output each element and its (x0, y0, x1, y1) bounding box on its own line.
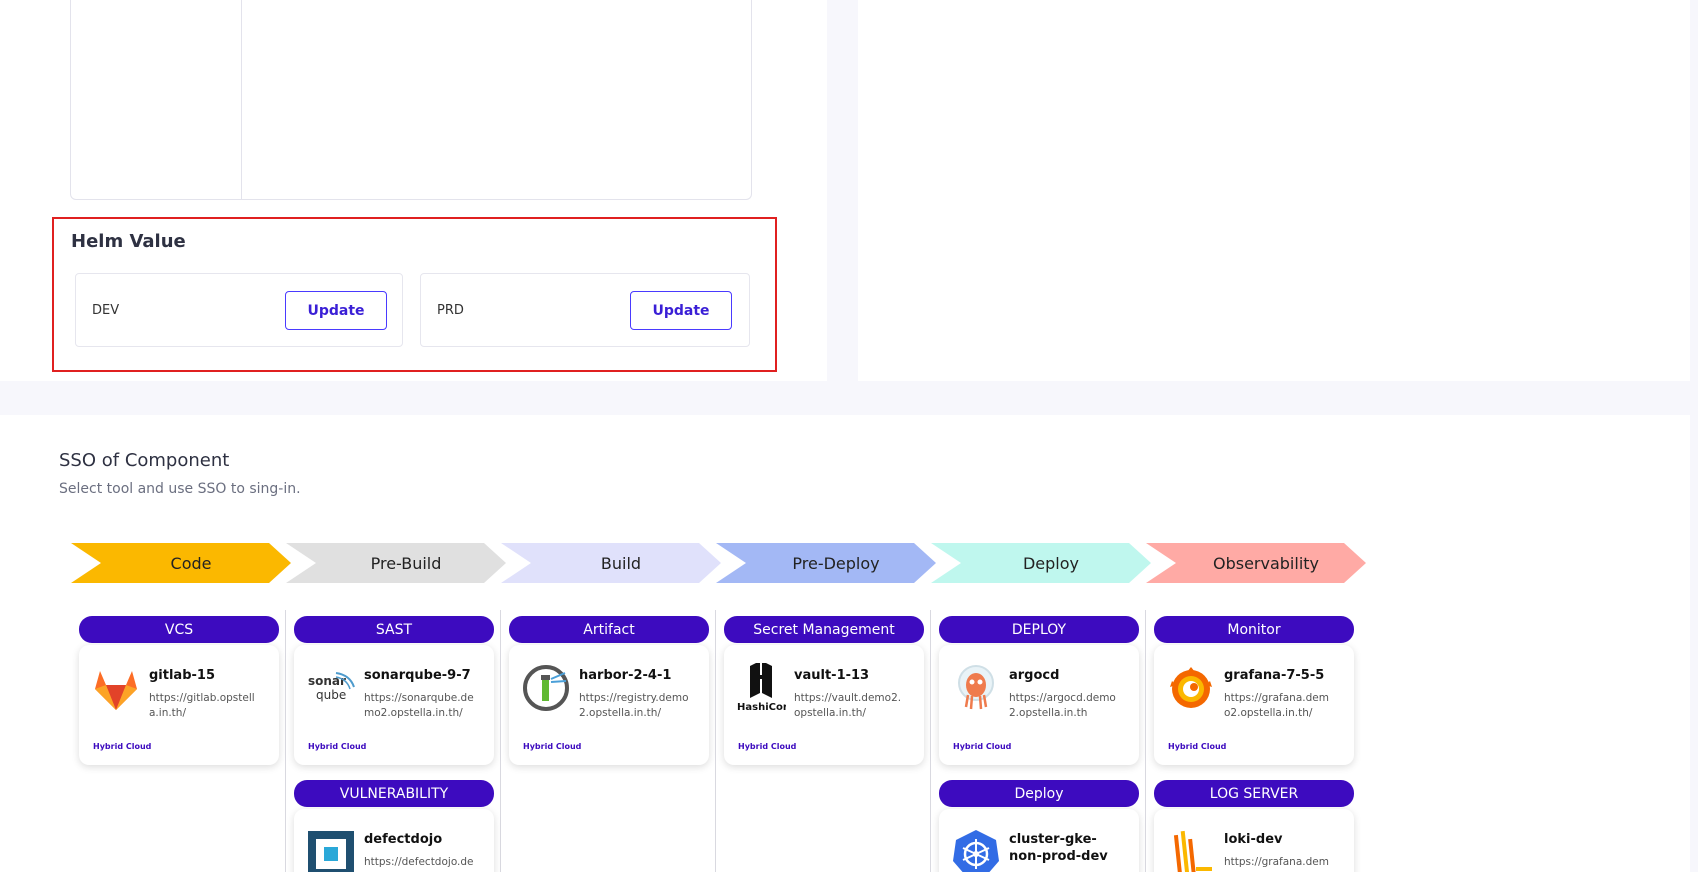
kubernetes-icon (951, 827, 1001, 872)
tool-name: cluster-gke-non-prod-dev (1009, 832, 1108, 864)
tool-tag: Hybrid Cloud (738, 742, 797, 751)
table-divider (241, 0, 242, 199)
tool-card-defectdojo[interactable]: defectdojo https://defectdojo.de (294, 809, 494, 872)
tool-card-loki[interactable]: loki-dev https://grafana.demo (1154, 809, 1354, 872)
env-card-prd: PRD Update (420, 273, 750, 347)
stage-label: Deploy (1022, 553, 1080, 573)
category-sast: SAST (294, 616, 494, 643)
tool-card-gitlab[interactable]: gitlab-15 https://gitlab.opstella.in.th/… (79, 645, 279, 765)
sso-title: SSO of Component (59, 450, 230, 471)
tool-card-harbor[interactable]: harbor-2-4-1 https://registry.demo2.opst… (509, 645, 709, 765)
tool-url: https://grafana.demo2.opstella.in.th/ (1224, 692, 1329, 719)
update-prd-button[interactable]: Update (630, 291, 732, 330)
env-label-prd: PRD (437, 303, 464, 318)
stage-label: Build (600, 553, 642, 573)
argocd-icon (951, 663, 1001, 713)
code-table (70, 0, 752, 200)
category-deploy-2: Deploy (939, 780, 1139, 807)
svg-text:HashiCorp: HashiCorp (737, 702, 786, 713)
tool-url: https://registry.demo2.opstella.in.th/ (579, 692, 689, 719)
tool-tag: Hybrid Cloud (1168, 742, 1227, 751)
tool-name: grafana-7-5-5 (1224, 668, 1325, 683)
right-panel (858, 0, 1690, 381)
tool-card-argocd[interactable]: argocd https://argocd.demo2.opstella.in.… (939, 645, 1139, 765)
column-divider (500, 610, 501, 872)
tool-name: argocd (1009, 668, 1060, 683)
stage-build: Build (501, 543, 721, 583)
category-artifact: Artifact (509, 616, 709, 643)
tool-tag: Hybrid Cloud (953, 742, 1012, 751)
tool-tag: Hybrid Cloud (523, 742, 582, 751)
helm-title: Helm Value (71, 231, 186, 252)
grafana-icon (1166, 663, 1216, 713)
category-vcs: VCS (79, 616, 279, 643)
env-card-dev: DEV Update (75, 273, 403, 347)
harbor-icon (521, 663, 571, 713)
category-log-server: LOG SERVER (1154, 780, 1354, 807)
column-divider (715, 610, 716, 872)
stage-label: Pre-Deploy (792, 553, 880, 573)
tool-url: https://vault.demo2.opstella.in.th/ (794, 692, 902, 719)
stage-label: Observability (1212, 553, 1319, 573)
hashicorp-vault-icon: HashiCorp (736, 661, 795, 713)
env-label-dev: DEV (92, 303, 120, 318)
defectdojo-icon (306, 827, 356, 872)
tool-card-sonarqube[interactable]: sonar qube sonarqube-9-7 https://sonarqu… (294, 645, 494, 765)
category-deploy: DEPLOY (939, 616, 1139, 643)
tool-url: https://sonarqube.demo2.opstella.in.th/ (364, 692, 474, 719)
tool-name: gitlab-15 (149, 668, 215, 683)
stage-label: Pre-Build (370, 553, 442, 573)
stage-pre-deploy: Pre-Deploy (716, 543, 936, 583)
svg-text:sonar: sonar (308, 674, 346, 688)
category-vulnerability: VULNERABILITY (294, 780, 494, 807)
tool-name: sonarqube-9-7 (364, 668, 471, 683)
tool-tag: Hybrid Cloud (93, 742, 152, 751)
tool-name: harbor-2-4-1 (579, 668, 672, 683)
category-monitor: Monitor (1154, 616, 1354, 643)
tool-name: vault-1-13 (794, 668, 870, 683)
column-divider (1145, 610, 1146, 872)
svg-text:qube: qube (316, 688, 346, 702)
tool-card-cluster[interactable]: cluster-gke-non-prod-dev (939, 809, 1139, 872)
stage-observability: Observability (1146, 543, 1366, 583)
helm-panel: Helm Value DEV Update PRD Update (0, 0, 827, 381)
stage-pre-build: Pre-Build (286, 543, 506, 583)
tool-tag: Hybrid Cloud (308, 742, 367, 751)
sso-panel: SSO of Component Select tool and use SSO… (0, 415, 1690, 872)
column-divider (930, 610, 931, 872)
loki-icon (1166, 827, 1216, 872)
helm-value-section: Helm Value DEV Update PRD Update (52, 217, 777, 372)
category-secret-management: Secret Management (724, 616, 924, 643)
stage-deploy: Deploy (931, 543, 1151, 583)
tool-name: loki-dev (1224, 832, 1283, 847)
gitlab-icon (91, 663, 141, 713)
tool-url: https://defectdojo.de (364, 856, 474, 868)
tool-url: https://grafana.demo (1224, 856, 1329, 872)
column-divider (285, 610, 286, 872)
tool-url: https://gitlab.opstella.in.th/ (149, 692, 255, 719)
tool-card-vault[interactable]: HashiCorp vault-1-13 https://vault.demo2… (724, 645, 924, 765)
sonarqube-icon: sonar qube (306, 663, 356, 713)
sso-subtitle: Select tool and use SSO to sing-in. (59, 481, 301, 497)
stage-label: Code (170, 553, 212, 573)
tool-url: https://argocd.demo2.opstella.in.th (1009, 692, 1116, 719)
tool-name: defectdojo (364, 832, 443, 847)
update-dev-button[interactable]: Update (285, 291, 387, 330)
tool-card-grafana[interactable]: grafana-7-5-5 https://grafana.demo2.opst… (1154, 645, 1354, 765)
stage-code: Code (71, 543, 291, 583)
